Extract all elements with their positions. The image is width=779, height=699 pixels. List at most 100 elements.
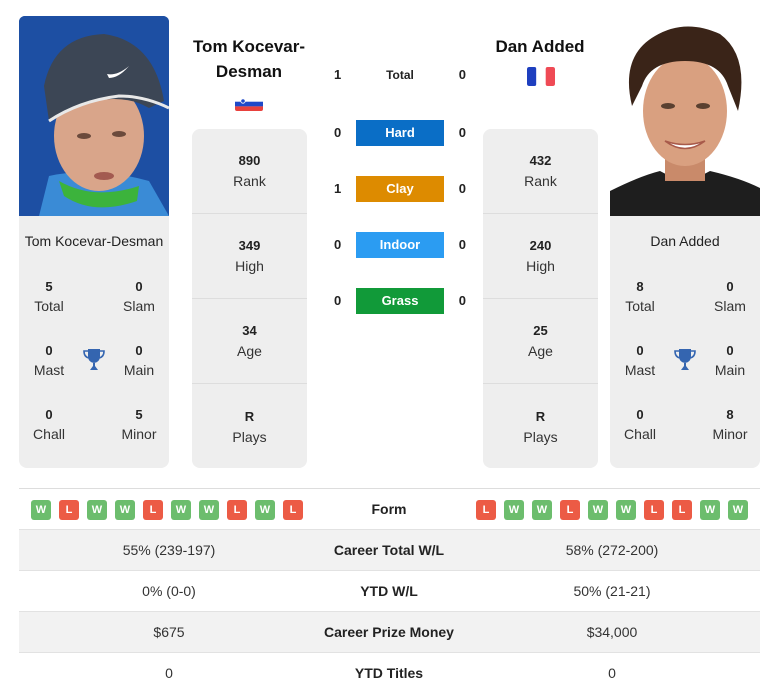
stat-label: Age [237,343,262,359]
titles-slam-label: Slam [123,298,155,314]
surface-hard-button[interactable]: Hard [356,120,444,146]
player1-titles-total: 5 Total [19,278,79,316]
h2h-total-label: Total [386,68,414,82]
stat-value: 890 [238,153,261,168]
form-badge-win[interactable]: W [115,500,135,520]
player1-photo[interactable] [19,16,169,216]
titles-mast-value: 0 [636,343,644,358]
titles-chall-label: Chall [33,426,65,442]
titles-minor-value: 5 [135,407,143,422]
stat-label: High [235,258,264,274]
stat-value: 240 [529,238,552,253]
form-badge-win[interactable]: W [171,500,191,520]
titles-mast-label: Mast [624,362,656,378]
h2h-right-count: 0 [458,125,466,140]
form-badge-win[interactable]: W [199,500,219,520]
form-badge-win[interactable]: W [532,500,552,520]
h2h-clay-row: 1 Clay 0 [330,176,470,202]
titles-minor-value: 8 [726,407,734,422]
row-label: Career Total W/L [333,542,445,558]
form-badge-win[interactable]: W [728,500,748,520]
stat-label: Plays [523,428,558,445]
form-badge-win[interactable]: W [616,500,636,520]
surface-grass-button[interactable]: Grass [356,288,444,314]
trophy-icon [674,349,696,370]
france-flag-icon [527,67,555,86]
surface-clay-button[interactable]: Clay [356,176,444,202]
titles-total-label: Total [34,298,64,314]
player1-name[interactable]: Tom Kocevar-Desman [19,233,169,249]
titles-chall-label: Chall [624,426,656,442]
form-badge-loss[interactable]: L [59,500,79,520]
player2-titles-card: Dan Added 8 Total 0 Slam 0 Mast 0 Main 0… [610,216,760,468]
form-badge-loss[interactable]: L [560,500,580,520]
titles-minor-label: Minor [121,426,157,442]
player1-stat-age: 34 Age [192,299,307,384]
player1-form-badges: WLWWLWWLWL [31,500,303,520]
titles-slam-value: 0 [726,279,734,294]
player1-titles-main: 0 Main [109,342,169,380]
comparison-row-career-wl: 55% (239-197) Career Total W/L 58% (272-… [19,530,760,571]
h2h-total-row: 1 Total 0 [330,62,470,88]
player2-value: $34,000 [586,624,638,640]
titles-minor-label: Minor [712,426,748,442]
titles-mast-value: 0 [45,343,53,358]
stat-label: Rank [524,173,557,189]
form-badge-win[interactable]: W [31,500,51,520]
stat-value: 432 [529,153,552,168]
player1-titles-minor: 5 Minor [109,406,169,444]
stat-value: 25 [533,323,548,338]
row-label: Career Prize Money [324,624,454,640]
form-badge-win[interactable]: W [504,500,524,520]
player2-stat-age: 25 Age [483,299,598,384]
form-badge-win[interactable]: W [700,500,720,520]
player2-name[interactable]: Dan Added [610,233,760,249]
form-badge-loss[interactable]: L [476,500,496,520]
player1-value: 55% (239-197) [122,542,216,558]
player2-header-name[interactable]: Dan Added [465,34,615,59]
form-badge-loss[interactable]: L [283,500,303,520]
titles-main-value: 0 [135,343,143,358]
form-label: Form [371,501,407,517]
comparison-row-ytd-titles: 0 YTD Titles 0 [19,653,760,694]
titles-slam-label: Slam [714,298,746,314]
player2-titles-minor: 8 Minor [700,406,760,444]
form-badge-loss[interactable]: L [672,500,692,520]
player2-titles-mast: 0 Mast [610,342,670,380]
player2-titles-main: 0 Main [700,342,760,380]
player2-value: 58% (272-200) [565,542,659,558]
player1-header-name[interactable]: Tom Kocevar-Desman [174,34,324,84]
player2-value: 50% (21-21) [573,583,651,599]
h2h-right-count: 0 [458,293,466,308]
row-label: YTD W/L [360,583,418,599]
player2-form-badges: LWWLWWLLWW [476,500,748,520]
stat-label: Plays [232,428,267,445]
h2h-left-count: 0 [334,237,342,252]
form-badge-win[interactable]: W [87,500,107,520]
player2-photo[interactable] [610,16,760,216]
player2-titles-total: 8 Total [610,278,670,316]
stat-value: R [535,408,546,424]
form-badge-loss[interactable]: L [644,500,664,520]
player1-stat-high: 349 High [192,214,307,299]
stat-label: Rank [233,173,266,189]
player1-titles-slam: 0 Slam [109,278,169,316]
form-badge-loss[interactable]: L [143,500,163,520]
player1-stats-card: 890 Rank 349 High 34 Age R Plays [192,129,307,468]
h2h-hard-row: 0 Hard 0 [330,120,470,146]
h2h-left-count: 1 [334,181,342,196]
titles-mast-label: Mast [33,362,65,378]
stat-value: 349 [238,238,261,253]
form-badge-win[interactable]: W [255,500,275,520]
form-badge-win[interactable]: W [588,500,608,520]
h2h-right-count: 0 [458,67,466,82]
surface-indoor-button[interactable]: Indoor [356,232,444,258]
player1-value: 0 [165,665,173,681]
player1-value: $675 [153,624,185,640]
stat-label: Age [528,343,553,359]
h2h-grass-row: 0 Grass 0 [330,288,470,314]
h2h-indoor-row: 0 Indoor 0 [330,232,470,258]
comparison-table: WLWWLWWLWL Form LWWLWWLLWW 55% (239-197)… [19,489,760,694]
titles-main-value: 0 [726,343,734,358]
form-badge-loss[interactable]: L [227,500,247,520]
